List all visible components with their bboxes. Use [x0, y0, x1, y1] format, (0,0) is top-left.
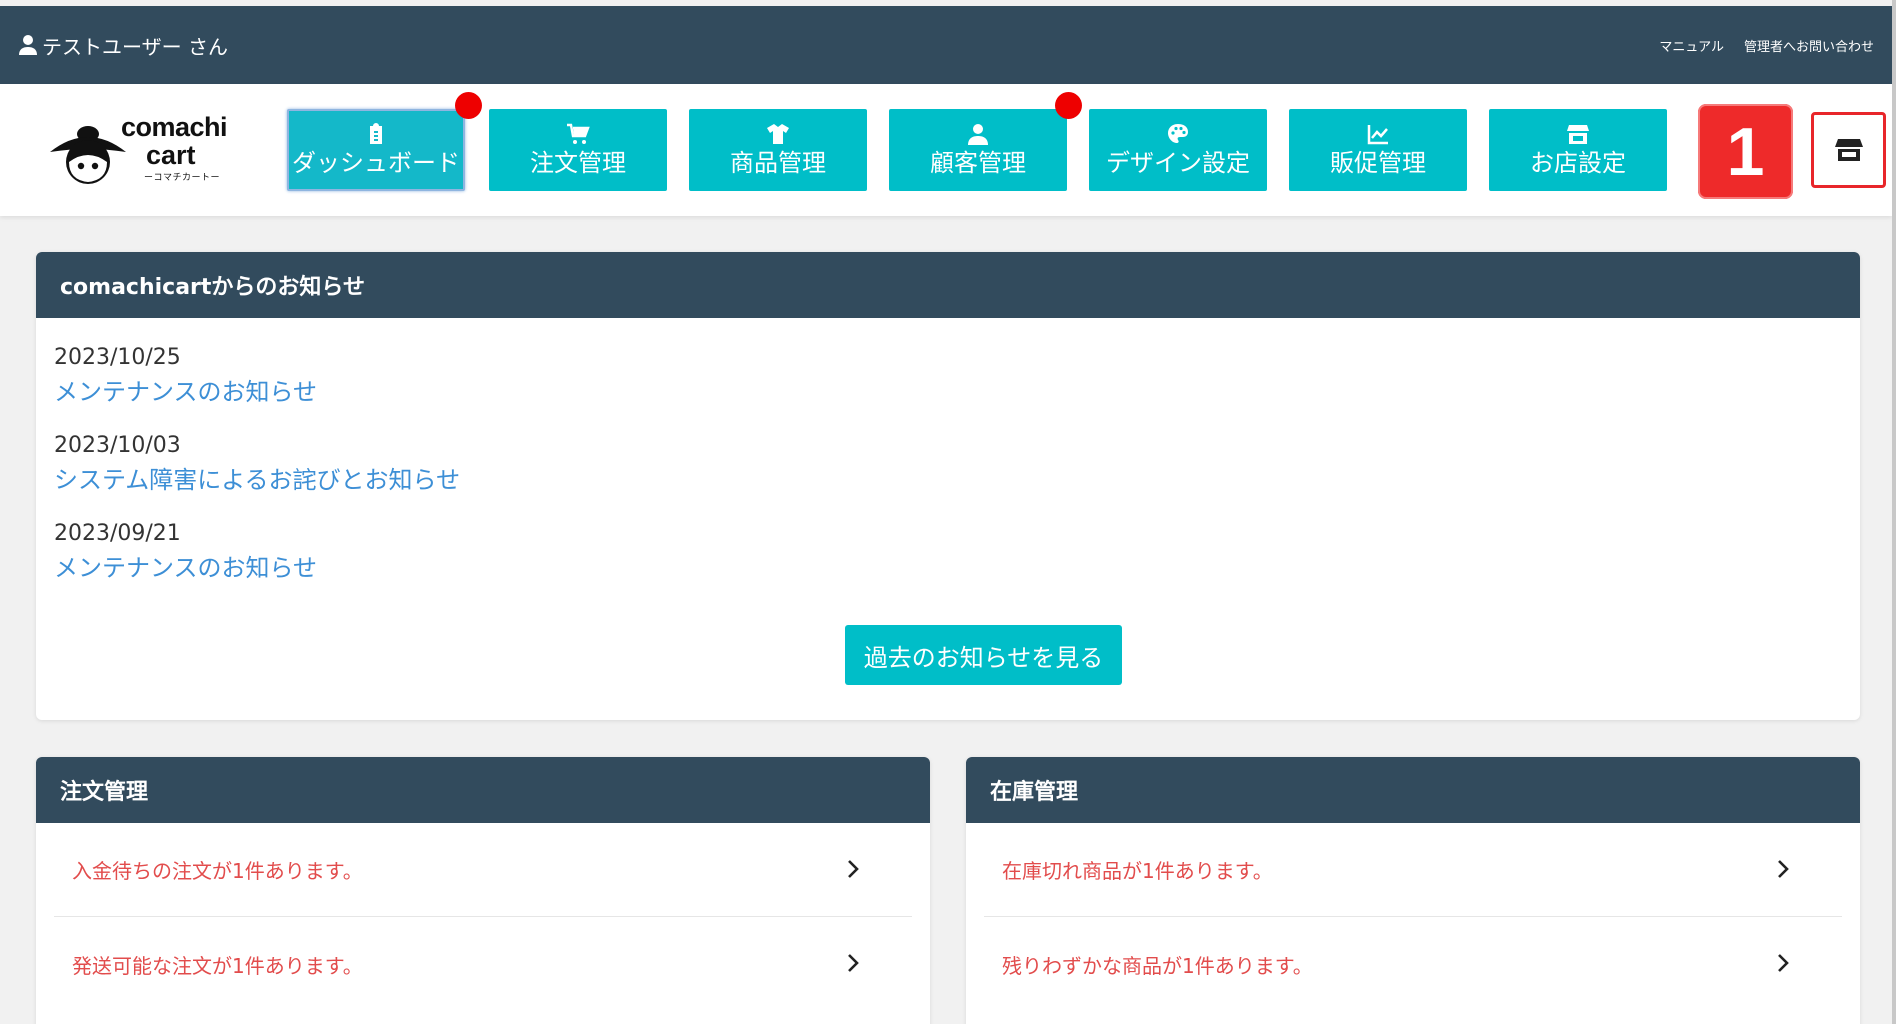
nav-orders[interactable]: 注文管理: [489, 109, 667, 191]
news-date: 2023/10/03: [54, 433, 181, 458]
news-item: 2023/10/03 システム障害によるお詫びとお知らせ: [54, 430, 1842, 498]
nav-customers[interactable]: 顧客管理: [889, 109, 1067, 191]
store-icon: [1834, 139, 1863, 161]
news-title-link[interactable]: システム障害によるお詫びとお知らせ: [54, 462, 1842, 498]
user-name: テストユーザー さん: [42, 34, 228, 59]
stock-out-of-stock-row[interactable]: 在庫切れ商品が1件あります。: [984, 823, 1842, 917]
user-icon: [19, 35, 37, 55]
logo-text-cart: cart: [146, 140, 196, 170]
row-text: 入金待ちの注文が1件あります。: [72, 859, 363, 883]
news-title-link[interactable]: メンテナンスのお知らせ: [54, 374, 1842, 410]
cart-icon: [567, 123, 590, 144]
view-store-button[interactable]: [1811, 112, 1886, 188]
orders-heading: 注文管理: [36, 757, 930, 823]
news-panel: comachicartからのお知らせ 2023/10/25 メンテナンスのお知ら…: [36, 252, 1860, 720]
top-links: マニュアル 管理者へお問い合わせ: [1639, 6, 1874, 84]
user-menu[interactable]: テストユーザー さん: [18, 6, 228, 84]
page: テストユーザー さん マニュアル 管理者へお問い合わせ comachi cart…: [0, 0, 1896, 1024]
row-text: 発送可能な注文が1件あります。: [72, 953, 363, 978]
nav-label: デザイン設定: [1106, 149, 1250, 177]
nav-products[interactable]: 商品管理: [689, 109, 867, 191]
news-date: 2023/09/21: [54, 521, 181, 546]
contact-admin-link[interactable]: 管理者へお問い合わせ: [1744, 36, 1874, 55]
nav-label: ダッシュボード: [292, 149, 460, 177]
news-item: 2023/10/25 メンテナンスのお知らせ: [54, 342, 1842, 410]
news-date: 2023/10/25: [54, 345, 181, 370]
logo[interactable]: comachi cart ーコマチカートー: [48, 110, 238, 190]
chevron-right-icon: [1778, 954, 1789, 972]
news-heading: comachicartからのお知らせ: [36, 252, 1860, 318]
nav-label: お店設定: [1530, 149, 1626, 177]
tshirt-icon: [767, 124, 789, 144]
logo-text-comachi: comachi: [121, 112, 228, 142]
stock-heading: 在庫管理: [966, 757, 1860, 823]
news-item: 2023/09/21 メンテナンスのお知らせ: [54, 518, 1842, 586]
orders-awaiting-payment-row[interactable]: 入金待ちの注文が1件あります。: [54, 823, 912, 917]
nav-label: 販促管理: [1330, 149, 1426, 177]
nav-promotion[interactable]: 販促管理: [1289, 109, 1467, 191]
nav-store-settings[interactable]: お店設定: [1489, 109, 1667, 191]
scrollbar[interactable]: [1892, 0, 1896, 1024]
logo-mascot-icon: [50, 126, 126, 184]
row-text: 残りわずかな商品が1件あります。: [1002, 953, 1313, 978]
notification-dot: [1055, 92, 1082, 119]
row-text: 在庫切れ商品が1件あります。: [1002, 859, 1273, 883]
nav-design[interactable]: デザイン設定: [1089, 109, 1267, 191]
chevron-right-icon: [848, 860, 859, 878]
store-icon: [1567, 125, 1589, 144]
user-icon: [968, 124, 988, 145]
stock-low-stock-row[interactable]: 残りわずかな商品が1件あります。: [984, 917, 1842, 1011]
top-bar: テストユーザー さん マニュアル 管理者へお問い合わせ: [0, 6, 1892, 84]
news-list: 2023/10/25 メンテナンスのお知らせ 2023/10/03 システム障害…: [36, 318, 1860, 586]
nav-label: 顧客管理: [930, 149, 1026, 177]
chart-line-icon: [1367, 125, 1388, 145]
nav-label: 注文管理: [530, 149, 626, 177]
chevron-right-icon: [1778, 860, 1789, 878]
news-title-link[interactable]: メンテナンスのお知らせ: [54, 550, 1842, 586]
palette-icon: [1168, 124, 1188, 143]
chevron-right-icon: [848, 954, 859, 972]
notification-dot: [455, 92, 482, 119]
logo-subtitle: ーコマチカートー: [144, 173, 221, 183]
orders-panel: 注文管理 入金待ちの注文が1件あります。 発送可能な注文が1件あります。: [36, 757, 930, 1024]
manual-link[interactable]: マニュアル: [1659, 36, 1724, 55]
annotation-number-badge: 1: [1698, 104, 1793, 199]
stock-panel: 在庫管理 在庫切れ商品が1件あります。 残りわずかな商品が1件あります。: [966, 757, 1860, 1024]
header: comachi cart ーコマチカートー ダッシュボード 注文管理 商品管理 …: [0, 84, 1892, 216]
clipboard-icon: [370, 123, 382, 144]
nav-dashboard[interactable]: ダッシュボード: [287, 109, 465, 191]
nav-label: 商品管理: [730, 149, 826, 177]
past-news-button[interactable]: 過去のお知らせを見る: [845, 625, 1122, 685]
orders-ready-to-ship-row[interactable]: 発送可能な注文が1件あります。: [54, 917, 912, 1011]
